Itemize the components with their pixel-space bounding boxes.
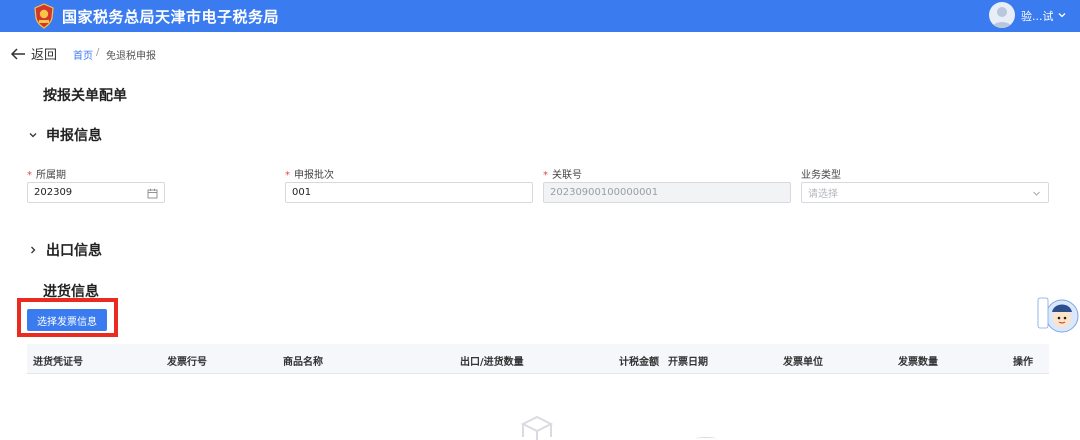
assistant-mascot-icon[interactable]	[1036, 292, 1080, 336]
user-avatar-icon[interactable]	[989, 2, 1015, 28]
link-no-label: * 关联号	[543, 170, 582, 181]
site-title: 国家税务总局天津市电子税务局	[62, 8, 280, 26]
calendar-icon[interactable]	[147, 188, 158, 199]
biz-type-label: 业务类型	[801, 170, 841, 181]
batch-label: * 申报批次	[285, 170, 334, 181]
select-invoice-button[interactable]: 选择发票信息	[27, 309, 107, 331]
page-title: 按报关单配单	[43, 88, 127, 104]
column-header: 发票单位	[783, 357, 823, 368]
column-header: 发票数量	[898, 357, 938, 368]
column-header: 计税金额	[619, 357, 659, 368]
biz-type-select[interactable]: 请选择	[801, 182, 1049, 203]
column-header: 进货凭证号	[33, 357, 83, 368]
breadcrumb-current: 免退税申报	[106, 51, 156, 62]
link-no-input: 20230900100000001	[543, 182, 791, 203]
column-header: 发票行号	[167, 357, 207, 368]
tax-emblem-icon	[34, 3, 54, 29]
chevron-down-icon	[29, 133, 37, 138]
empty-box-icon	[520, 415, 554, 440]
period-label: * 所属期	[27, 170, 66, 181]
column-header: 出口/进货数量	[460, 357, 524, 368]
section-declare-toggle[interactable]: 申报信息	[28, 125, 102, 145]
back-label: 返回	[31, 48, 58, 63]
column-header: 开票日期	[668, 357, 708, 368]
chevron-down-icon[interactable]	[1057, 10, 1067, 20]
batch-input[interactable]: 001	[285, 182, 533, 203]
breadcrumb-separator: /	[96, 47, 100, 58]
section-export-title: 出口信息	[46, 243, 102, 259]
section-declare-title: 申报信息	[46, 128, 102, 144]
user-name[interactable]: 验...试	[1021, 8, 1054, 24]
purchase-table-header: 进货凭证号 发票行号 商品名称 出口/进货数量 计税金额 开票日期 发票单位 发…	[27, 344, 1049, 374]
arrow-left-icon	[10, 47, 25, 60]
breadcrumb-home[interactable]: 首页	[73, 47, 93, 62]
back-button[interactable]: 返回	[10, 44, 57, 63]
column-header: 操作	[1013, 357, 1033, 368]
column-header: 商品名称	[283, 357, 323, 368]
chevron-right-icon	[31, 246, 36, 254]
section-export-toggle[interactable]: 出口信息	[28, 240, 102, 260]
top-bar: 国家税务总局天津市电子税务局 验...试	[0, 0, 1080, 32]
chevron-down-icon	[1033, 191, 1040, 196]
period-input[interactable]: 202309	[27, 182, 165, 203]
